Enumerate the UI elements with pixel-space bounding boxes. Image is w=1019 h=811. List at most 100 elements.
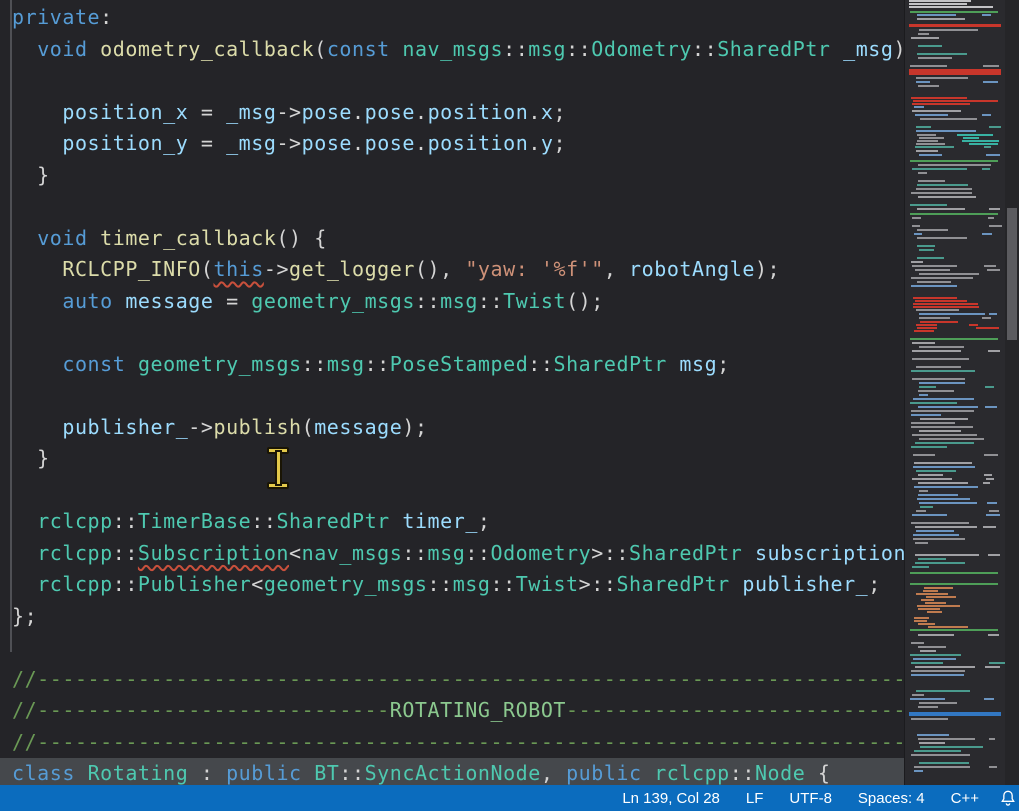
code-token: , bbox=[604, 257, 629, 281]
code-token: publish bbox=[213, 415, 301, 439]
code-token: = bbox=[213, 289, 251, 313]
code-line[interactable]: //--------------------------------------… bbox=[0, 664, 905, 696]
minimap-line bbox=[982, 14, 990, 16]
code-token: :: bbox=[113, 541, 138, 565]
minimap-line bbox=[913, 534, 958, 536]
code-line[interactable] bbox=[0, 65, 905, 97]
minimap-line bbox=[918, 608, 940, 610]
minimap-line bbox=[910, 338, 998, 340]
code-line[interactable]: position_y = _msg->pose.pose.position.y; bbox=[0, 128, 905, 160]
vscode-editor-window: { "editor": { "background": "#242428", "… bbox=[0, 0, 1019, 811]
code-line[interactable]: position_x = _msg->pose.pose.position.x; bbox=[0, 97, 905, 129]
code-line[interactable] bbox=[0, 632, 905, 664]
code-token: < bbox=[289, 541, 302, 565]
minimap-line bbox=[918, 646, 946, 648]
status-bar: Ln 139, Col 28 LF UTF-8 Spaces: 4 C++ bbox=[0, 785, 1019, 811]
code-line[interactable]: RCLCPP_INFO(this->get_logger(), "yaw: '%… bbox=[0, 254, 905, 286]
minimap-line bbox=[983, 482, 990, 484]
minimap-line bbox=[915, 542, 928, 544]
minimap-line bbox=[916, 530, 955, 532]
code-line[interactable]: //--------------------------------------… bbox=[0, 727, 905, 759]
code-line[interactable]: } bbox=[0, 160, 905, 192]
code-token: get_logger bbox=[289, 257, 415, 281]
code-token: = bbox=[188, 100, 226, 124]
minimap-line bbox=[928, 626, 968, 628]
minimap-line bbox=[919, 313, 984, 315]
code-token: message bbox=[125, 289, 213, 313]
minimap[interactable] bbox=[904, 0, 1005, 785]
code-token: timer_callback bbox=[100, 226, 276, 250]
status-item-cursor-position[interactable]: Ln 139, Col 28 bbox=[622, 790, 720, 807]
code-line[interactable]: class Rotating : public BT::SyncActionNo… bbox=[0, 758, 905, 785]
minimap-line bbox=[988, 350, 1000, 352]
minimap-line bbox=[924, 587, 954, 589]
status-item-indentation[interactable]: Spaces: 4 bbox=[858, 790, 925, 807]
minimap-line bbox=[912, 342, 935, 344]
minimap-line bbox=[989, 208, 1001, 210]
code-token: :: bbox=[478, 289, 503, 313]
code-token bbox=[12, 509, 37, 533]
code-token: SyncActionNode bbox=[365, 761, 541, 785]
code-line[interactable]: //----------------------------ROTATING_R… bbox=[0, 695, 905, 727]
minimap-line bbox=[912, 168, 966, 170]
minimap-line bbox=[918, 738, 975, 740]
minimap-line bbox=[918, 172, 927, 174]
code-token: :: bbox=[339, 761, 364, 785]
scrollbar-thumb[interactable] bbox=[1007, 208, 1017, 340]
code-token: position_x bbox=[62, 100, 188, 124]
code-line[interactable]: publisher_->publish(message); bbox=[0, 412, 905, 444]
status-item-encoding[interactable]: UTF-8 bbox=[789, 790, 832, 807]
vertical-scrollbar[interactable] bbox=[1005, 0, 1019, 785]
code-line[interactable] bbox=[0, 191, 905, 223]
code-token: //---------------------------- bbox=[12, 698, 390, 722]
code-line[interactable]: rclcpp::Publisher<geometry_msgs::msg::Tw… bbox=[0, 569, 905, 601]
code-line[interactable]: auto message = geometry_msgs::msg::Twist… bbox=[0, 286, 905, 318]
code-line[interactable]: rclcpp::TimerBase::SharedPtr timer_; bbox=[0, 506, 905, 538]
minimap-line bbox=[916, 143, 945, 145]
code-line[interactable]: rclcpp::Subscription<nav_msgs::msg::Odom… bbox=[0, 538, 905, 570]
minimap-line bbox=[919, 382, 965, 384]
code-line[interactable]: void timer_callback() { bbox=[0, 223, 905, 255]
minimap-line bbox=[919, 346, 965, 348]
minimap-line bbox=[916, 77, 968, 79]
minimap-line bbox=[911, 718, 949, 720]
status-item-language-mode[interactable]: C++ bbox=[951, 790, 979, 807]
minimap-line bbox=[985, 406, 997, 408]
code-token: position_y bbox=[62, 131, 188, 155]
code-area[interactable]: private: void odometry_callback(const na… bbox=[0, 0, 905, 785]
code-line[interactable]: private: bbox=[0, 2, 905, 34]
code-token: msg bbox=[440, 289, 478, 313]
bell-icon[interactable] bbox=[997, 788, 1019, 808]
code-token: private bbox=[12, 5, 100, 29]
code-token bbox=[831, 37, 844, 61]
minimap-line bbox=[909, 0, 971, 2]
minimap-line bbox=[920, 650, 936, 652]
code-line[interactable]: }; bbox=[0, 601, 905, 633]
minimap-line bbox=[918, 85, 939, 87]
code-token: Node bbox=[755, 761, 805, 785]
minimap-line bbox=[919, 762, 969, 764]
code-token: . bbox=[528, 100, 541, 124]
minimap-line bbox=[916, 324, 937, 326]
code-line[interactable]: void odometry_callback(const nav_msgs::m… bbox=[0, 34, 905, 66]
code-token: //--------------------------------------… bbox=[12, 667, 905, 691]
minimap-line bbox=[911, 261, 923, 263]
minimap-line bbox=[911, 422, 955, 424]
code-token: :: bbox=[692, 37, 717, 61]
minimap-line bbox=[989, 510, 999, 512]
minimap-line bbox=[909, 6, 993, 8]
minimap-line bbox=[919, 438, 984, 440]
code-line[interactable]: } bbox=[0, 443, 905, 475]
code-line[interactable]: const geometry_msgs::msg::PoseStamped::S… bbox=[0, 349, 905, 381]
status-item-eol-sequence[interactable]: LF bbox=[746, 790, 764, 807]
minimap-line bbox=[910, 654, 961, 656]
minimap-line bbox=[915, 554, 980, 556]
minimap-line bbox=[912, 478, 953, 480]
code-token: ; bbox=[717, 352, 730, 376]
code-line[interactable] bbox=[0, 317, 905, 349]
code-line[interactable] bbox=[0, 380, 905, 412]
minimap-line bbox=[916, 126, 931, 128]
code-line[interactable] bbox=[0, 475, 905, 507]
code-token: . bbox=[352, 131, 365, 155]
minimap-line bbox=[982, 164, 990, 166]
